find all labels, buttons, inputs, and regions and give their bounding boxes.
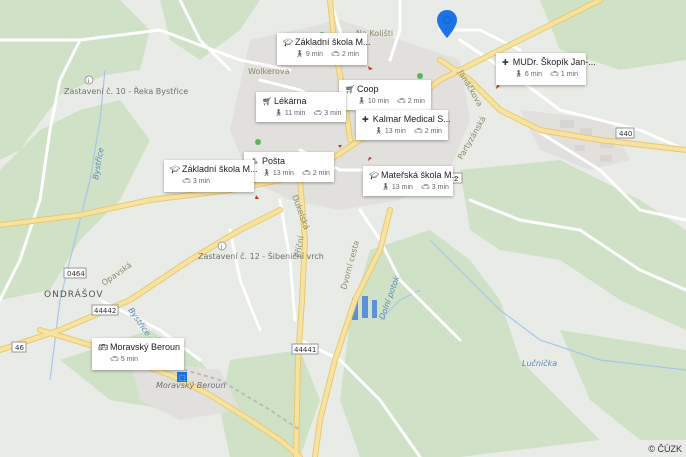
car-time: 2 min — [341, 50, 360, 58]
road-number-shield: 0464 — [63, 267, 87, 279]
medical-icon: ✚ — [502, 57, 509, 67]
walk-time: 13 min — [391, 183, 413, 191]
svg-text:440: 440 — [619, 130, 632, 138]
walk-icon: 🚶︎ — [274, 110, 283, 117]
poi-card-title: Lékárna — [274, 96, 307, 106]
cart-icon: 🛒︎ — [262, 96, 273, 106]
poi-card[interactable]: 🛒︎ Coop 🚶︎ 10 min 🚗︎ 2 min — [339, 80, 431, 110]
cart-icon: 🛒︎ — [345, 84, 356, 94]
car-icon: 🚗︎ — [331, 51, 340, 58]
medical-icon: ✚ — [362, 114, 369, 124]
car-icon: 🚗︎ — [413, 128, 423, 135]
car-time: 2 min — [312, 169, 330, 177]
poi-card-title: Coop — [357, 84, 379, 94]
walk-time: 13 min — [384, 127, 406, 135]
road-number-shield: 44441 — [291, 343, 319, 355]
bus-stop-icon[interactable]: ⬚ — [177, 372, 187, 382]
school-icon: 🎓︎ — [170, 164, 181, 174]
car-icon: 🚗︎ — [313, 110, 323, 117]
poi-card[interactable]: 🚌︎ Moravský Beroun 🚗︎ 5 min — [92, 338, 184, 370]
walk-icon: 🚶︎ — [381, 184, 390, 191]
poi-card[interactable]: 🎓︎ Mateřská škola M... 🚶︎ 13 min 🚗︎ 3 min — [363, 166, 459, 196]
car-icon: 🚗︎ — [550, 71, 559, 78]
road-number-shield: 440 — [615, 127, 635, 139]
poi-card[interactable]: 🎓︎ Základní škola M... 🚗︎ 3 min — [164, 160, 258, 192]
svg-text:46: 46 — [15, 344, 24, 352]
walk-icon: 🚶︎ — [514, 71, 523, 78]
car-time: 3 min — [431, 183, 449, 191]
bus-icon: 🚌︎ — [98, 342, 109, 352]
poi-card-title: Kalmar Medical S... — [372, 114, 451, 124]
walk-icon: 🚶︎ — [374, 128, 383, 135]
poi-card[interactable]: ✚ MUDr. Škopík Jan-... 🚶︎ 6 min 🚗︎ 1 min — [496, 53, 596, 85]
car-time: 2 min — [424, 127, 442, 135]
poi-card-title: Moravský Beroun — [110, 342, 181, 352]
car-time: 3 min — [324, 109, 342, 117]
walk-icon: 🚶︎ — [357, 98, 366, 105]
walk-icon: 🚶︎ — [295, 51, 304, 58]
poi-card[interactable]: 🎓︎ Základní škola M... 🚶︎ 9 min 🚗︎ 2 min — [277, 33, 371, 65]
car-time: 3 min — [192, 177, 211, 185]
svg-text:44442: 44442 — [94, 307, 116, 315]
walk-icon: 🚶︎ — [262, 170, 271, 177]
walk-time: 10 min — [367, 97, 389, 105]
car-time: 5 min — [120, 355, 139, 363]
car-icon: 🚗︎ — [182, 178, 191, 185]
map-copyright: © ČÚZK — [648, 444, 682, 454]
poi-card-title: Základní škola M... — [295, 37, 371, 47]
walk-time: 6 min — [524, 70, 543, 78]
road-number-shield: 46 — [11, 341, 27, 353]
poi-card-title: Mateřská škola M... — [381, 170, 460, 180]
car-icon: 🚗︎ — [110, 356, 119, 363]
poi-card[interactable]: ✚ Kalmar Medical S... 🚶︎ 13 min 🚗︎ 2 min — [356, 110, 451, 140]
road-number-shield: 44442 — [91, 304, 119, 316]
svg-text:44441: 44441 — [294, 346, 316, 354]
svg-text:⬚: ⬚ — [179, 374, 186, 382]
poi-label: Zastavení č. 12 - Šibeniční vrch — [198, 250, 324, 261]
svg-text:0464: 0464 — [67, 270, 85, 278]
walk-time: 11 min — [284, 109, 306, 117]
walk-time: 13 min — [272, 169, 294, 177]
poi-label: Moravský Beroun — [156, 381, 226, 390]
poi-card-title: MUDr. Škopík Jan-... — [512, 57, 596, 67]
stream-label: Lučnička — [522, 358, 557, 368]
poi-card-title: Pošta — [262, 156, 286, 166]
car-icon: 🚗︎ — [396, 98, 406, 105]
town-label: ONDRÁŠOV — [44, 288, 104, 300]
car-icon: 🚗︎ — [301, 170, 311, 177]
car-icon: 🚗︎ — [420, 184, 430, 191]
poi-card-title: Základní škola M... — [182, 164, 258, 174]
school-icon: 🎓︎ — [283, 37, 294, 47]
poi-card[interactable]: 🛒︎ Lékárna 🚶︎ 11 min 🚗︎ 3 min — [256, 92, 346, 122]
poi-label: Zastavení č. 10 - Řeka Bystřice — [64, 86, 188, 96]
car-time: 2 min — [407, 97, 425, 105]
walk-time: 9 min — [305, 50, 324, 58]
road-label: Wolkerova — [248, 67, 290, 76]
car-time: 1 min — [560, 70, 579, 78]
school-icon: 🎓︎ — [369, 170, 380, 180]
